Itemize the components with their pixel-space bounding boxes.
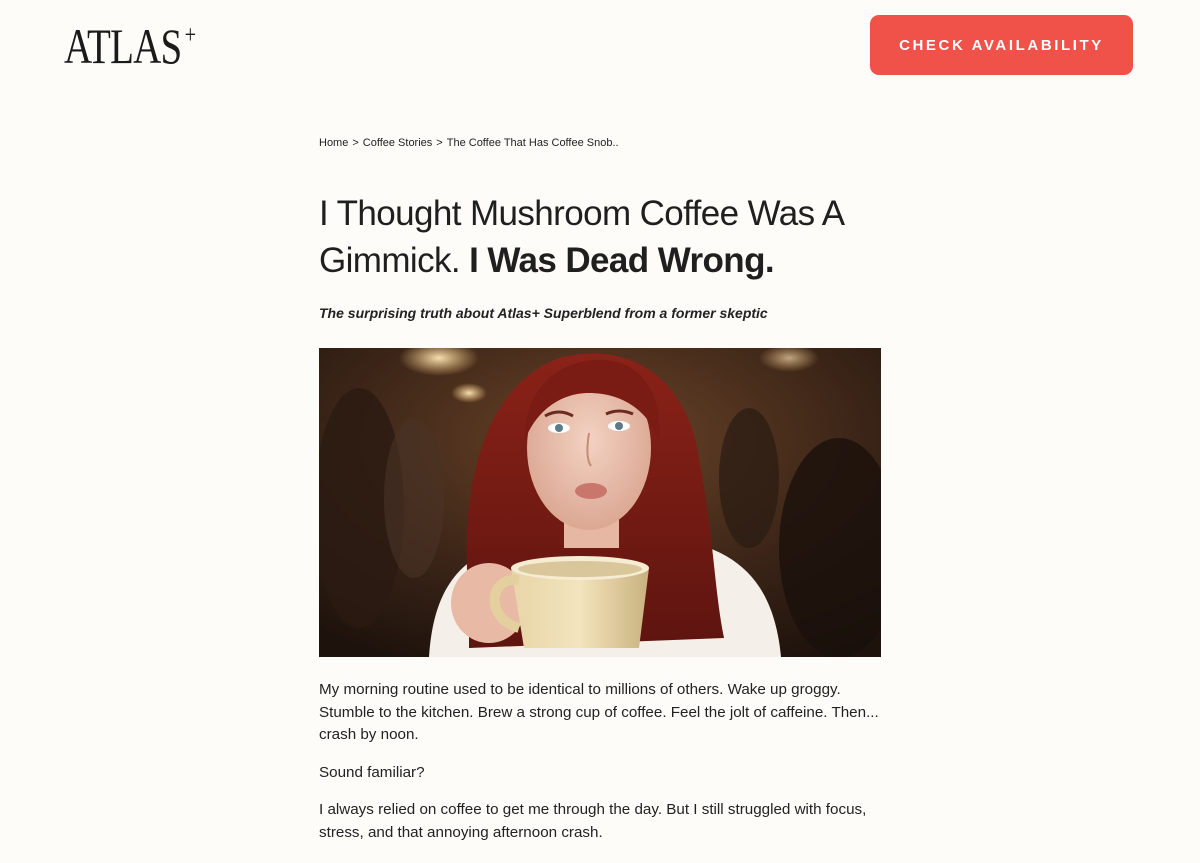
article-body: My morning routine used to be identical …	[319, 679, 881, 860]
logo-text: ATLAS	[64, 18, 182, 74]
headline-bold: I Was Dead Wrong.	[469, 241, 774, 280]
hero-illustration	[319, 348, 881, 657]
breadcrumb-separator: >	[436, 137, 443, 149]
breadcrumb-coffee-stories-link[interactable]: Coffee Stories	[363, 137, 433, 149]
body-paragraph: My morning routine used to be identical …	[319, 681, 879, 744]
article-subheadline: The surprising truth about Atlas+ Superb…	[319, 305, 768, 321]
check-availability-button[interactable]: CHECK AVAILABILITY	[870, 15, 1133, 75]
breadcrumb-separator: >	[352, 137, 359, 149]
breadcrumb: Home > Coffee Stories > The Coffee That Has …	[319, 137, 619, 149]
logo-plus: +	[184, 20, 196, 49]
body-paragraph: Sound familiar?	[319, 763, 425, 781]
page: ATLAS + CHECK AVAILABILITY Home > Coffee St…	[0, 0, 1200, 863]
breadcrumb-current: The Coffee That Has Coffee Snob..	[446, 137, 619, 149]
breadcrumb-home-link[interactable]: Home	[319, 137, 348, 149]
hero-image	[319, 348, 881, 657]
atlas-logo[interactable]: ATLAS +	[64, 18, 196, 74]
article-headline: I Thought Mushroom Coffee Was A Gimmick.…	[319, 190, 881, 284]
body-paragraph: I always relied on coffee to get me thro…	[319, 801, 867, 841]
